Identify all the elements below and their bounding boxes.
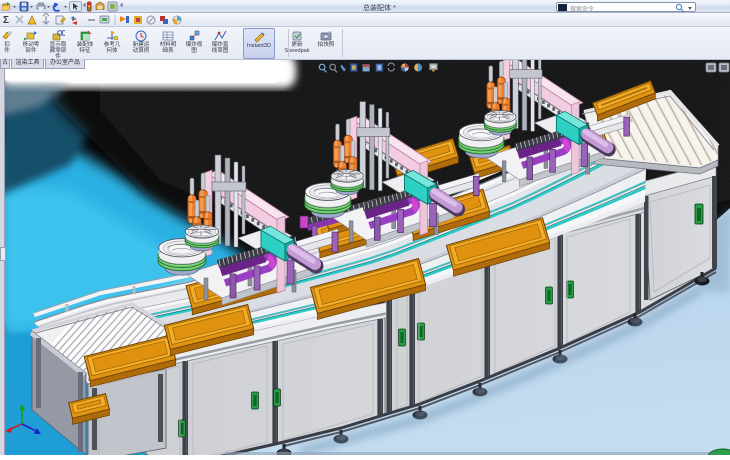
svg-text:Σ: Σ bbox=[3, 15, 9, 26]
